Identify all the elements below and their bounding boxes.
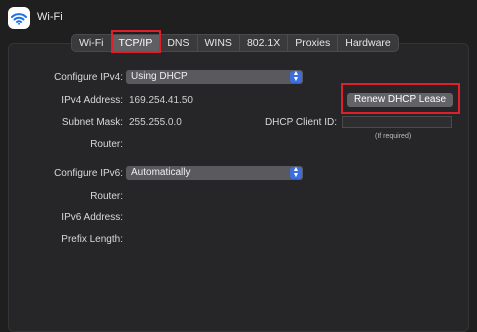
configure-ipv4-value: Using DHCP — [131, 71, 188, 82]
configure-ipv6-label: Configure IPv6: — [54, 168, 123, 179]
ipv6-address-label: IPv6 Address: — [61, 212, 123, 223]
dhcp-client-id-hint: (If required) — [375, 133, 412, 140]
configure-ipv4-label: Configure IPv4: — [54, 72, 123, 83]
app-title: Wi-Fi — [37, 11, 63, 23]
ipv4-address-value: 169.254.41.50 — [129, 95, 193, 106]
tab-wifi[interactable]: Wi-Fi — [72, 35, 112, 51]
configure-ipv6-select[interactable]: Automatically ▲ ▼ — [126, 166, 303, 180]
header: Wi-Fi — [0, 0, 477, 36]
subnet-mask-label: Subnet Mask: — [61, 117, 123, 128]
ipv4-address-label: IPv4 Address: — [61, 95, 123, 106]
tab-802-1x[interactable]: 802.1X — [240, 35, 289, 51]
chevron-up-down-icon: ▲ ▼ — [290, 70, 302, 83]
dhcp-client-id-field[interactable] — [342, 116, 452, 128]
prefix-length-label: Prefix Length: — [61, 234, 123, 245]
tab-wins[interactable]: WINS — [198, 35, 240, 51]
chevron-up-down-icon: ▲ ▼ — [290, 166, 302, 179]
wifi-icon — [8, 7, 30, 29]
network-settings-window: Wi-Fi Configure IPv4: Using DHCP ▲ ▼ IPv4… — [0, 0, 477, 332]
tab-dns[interactable]: DNS — [160, 35, 198, 51]
renew-dhcp-lease-button[interactable]: Renew DHCP Lease — [347, 93, 453, 107]
dhcp-client-id-label: DHCP Client ID: — [264, 117, 337, 128]
settings-panel: Configure IPv4: Using DHCP ▲ ▼ IPv4 Addre… — [8, 43, 469, 332]
tcp-ip-tab-highlight — [111, 30, 161, 53]
subnet-mask-value: 255.255.0.0 — [129, 117, 182, 128]
ipv6-router-label: Router: — [90, 191, 123, 202]
tab-hardware[interactable]: Hardware — [338, 35, 398, 51]
ipv4-router-label: Router: — [90, 139, 123, 150]
tab-proxies[interactable]: Proxies — [288, 35, 339, 51]
configure-ipv6-value: Automatically — [131, 167, 191, 178]
configure-ipv4-select[interactable]: Using DHCP ▲ ▼ — [126, 70, 303, 84]
